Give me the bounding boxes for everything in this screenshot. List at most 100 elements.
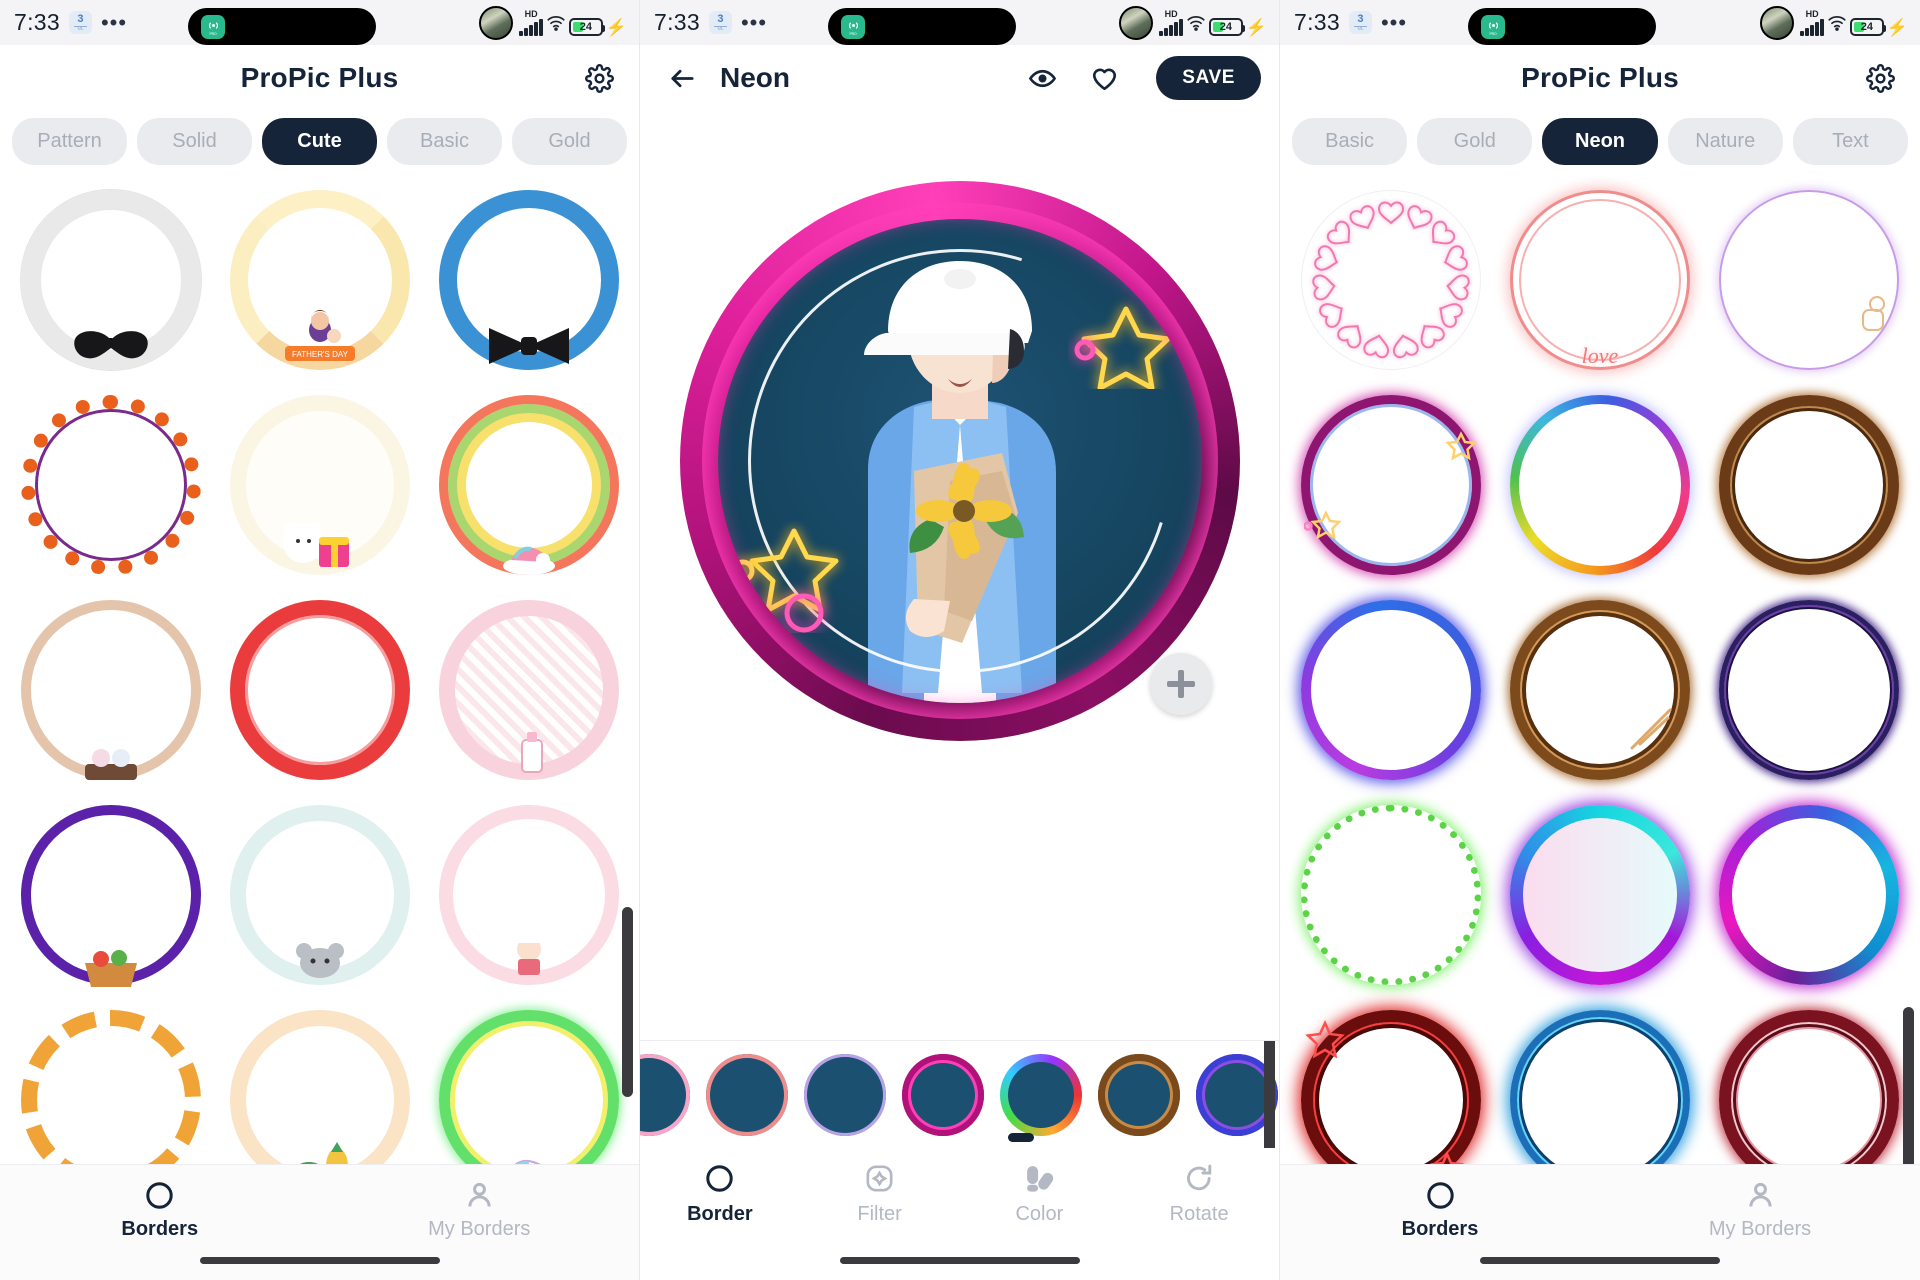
border-item[interactable] [6, 587, 215, 792]
heart-icon [1092, 68, 1116, 90]
border-grid-neon: love [1280, 177, 1920, 1215]
tab-gold[interactable]: Gold [1417, 118, 1533, 165]
hd-icon: HD [1805, 9, 1819, 19]
three-panel-screenshot: 7:33 3 ML ••• PRO HD 24 ⚡ ProPic Plus Pa… [0, 0, 1920, 1280]
border-item[interactable] [424, 792, 633, 997]
border-item[interactable] [215, 382, 424, 587]
thumbnail-item[interactable] [706, 1053, 788, 1136]
overflow-dots-icon: ••• [100, 9, 128, 35]
save-button[interactable]: SAVE [1156, 56, 1261, 100]
border-item[interactable] [1286, 792, 1495, 997]
editor-header: Neon SAVE [640, 45, 1279, 111]
thumbnail-item[interactable] [1098, 1053, 1180, 1136]
ml-chip-number: 3 [77, 12, 84, 25]
tab-basic[interactable]: Basic [387, 118, 502, 165]
tab-solid[interactable]: Solid [137, 118, 252, 165]
tool-color-label: Color [1015, 1203, 1064, 1225]
thumbnail-item[interactable] [804, 1053, 886, 1136]
svg-text:FATHER'S DAY: FATHER'S DAY [292, 350, 349, 359]
ml-chip-icon: 3 ML [708, 11, 732, 34]
settings-button[interactable] [575, 54, 623, 102]
tool-rotate-label: Rotate [1169, 1203, 1229, 1225]
overflow-dots-icon: ••• [740, 9, 768, 35]
ml-chip-sub: ML [77, 25, 84, 32]
border-item[interactable] [1495, 587, 1704, 792]
nav-my-borders-label: My Borders [428, 1218, 531, 1240]
tab-pattern[interactable]: Pattern [12, 118, 127, 165]
border-item[interactable] [1495, 382, 1704, 587]
wifi-icon [1827, 14, 1847, 36]
signal-icon [1800, 19, 1824, 36]
border-item[interactable] [424, 587, 633, 792]
ml-chip-sub: ML [717, 25, 724, 32]
bottom-nav-1: Borders My Borders [0, 1164, 639, 1280]
tab-neon[interactable]: Neon [1542, 118, 1658, 165]
editor-toolbar: Border Filter Color Rotate [640, 1148, 1279, 1280]
avatar-frame[interactable] [679, 181, 1240, 741]
status-bar-left: 7:33 3 ML ••• [654, 9, 767, 36]
border-item[interactable]: 〰 [6, 177, 215, 382]
status-time: 7:33 [1294, 9, 1340, 35]
recording-pill-icon: PRO [188, 8, 376, 45]
app-header-3: ProPic Plus [1280, 45, 1920, 111]
back-button[interactable] [658, 54, 706, 102]
tab-text[interactable]: Text [1792, 118, 1909, 165]
selected-indicator [1008, 1133, 1034, 1142]
ml-chip-icon: 3 ML [68, 11, 92, 34]
status-time: 7:33 [14, 9, 60, 35]
eye-icon [1028, 69, 1056, 87]
border-item[interactable]: love [1495, 177, 1704, 382]
tool-border[interactable]: Border [640, 1162, 800, 1280]
status-bar-right: HD 24 ⚡ [479, 0, 627, 45]
border-item[interactable] [1705, 382, 1914, 587]
thumbnail-item[interactable] [640, 1053, 690, 1136]
border-item[interactable] [1286, 382, 1495, 587]
scrollbar-thumb[interactable] [1264, 1041, 1275, 1148]
border-item[interactable] [1705, 792, 1914, 997]
thumbnail-item[interactable] [1000, 1053, 1082, 1136]
ml-chip-number: 3 [1357, 12, 1364, 25]
thumbnail-item-selected[interactable] [902, 1053, 984, 1136]
tab-cute[interactable]: Cute [262, 118, 377, 165]
border-item[interactable] [1705, 587, 1914, 792]
border-item[interactable] [424, 382, 633, 587]
add-sticker-button[interactable] [1149, 653, 1212, 715]
favorite-button[interactable] [1080, 54, 1128, 102]
status-time: 7:33 [654, 9, 700, 35]
tab-nature[interactable]: Nature [1667, 118, 1783, 165]
page-title: ProPic Plus [240, 62, 399, 93]
avatar-icon [1760, 5, 1795, 40]
border-item[interactable] [215, 792, 424, 997]
border-item[interactable] [1286, 587, 1495, 792]
tab-basic[interactable]: Basic [1292, 118, 1408, 165]
rotate-cw-icon [1186, 1164, 1211, 1191]
border-item[interactable]: FATHER'S DAY [215, 177, 424, 382]
filter-sparkle-icon [866, 1165, 893, 1192]
border-item[interactable] [6, 382, 215, 587]
broadcast-app-icon: PRO [1481, 14, 1505, 39]
border-item[interactable] [215, 587, 424, 792]
border-item[interactable] [1705, 177, 1914, 382]
border-thumbnail-strip[interactable] [640, 1040, 1279, 1148]
charging-bolt-icon: ⚡ [605, 18, 627, 37]
border-item[interactable] [1495, 792, 1704, 997]
preview-button[interactable] [1018, 54, 1066, 102]
scrollbar-thumb[interactable] [622, 907, 633, 1097]
border-item[interactable] [6, 792, 215, 997]
wifi-icon [546, 14, 566, 36]
border-item[interactable] [1286, 177, 1495, 382]
tool-rotate[interactable]: Rotate [1119, 1162, 1279, 1280]
panel-editor: 7:33 3 ML ••• PRO HD 24 ⚡ Neon SAVE Bord… [640, 0, 1280, 1280]
status-bar: 7:33 3 ML ••• PRO HD 24 ⚡ [0, 0, 639, 45]
panel-borders-cute: 7:33 3 ML ••• PRO HD 24 ⚡ ProPic Plus Pa… [0, 0, 640, 1280]
recording-pill-icon: PRO [828, 8, 1016, 45]
settings-button[interactable] [1856, 54, 1904, 102]
gear-icon [1865, 63, 1895, 93]
category-tabs-1: Pattern Solid Cute Basic Gold [0, 111, 639, 177]
border-item[interactable] [424, 177, 633, 382]
category-tabs-3: Basic Gold Neon Nature Text [1280, 111, 1920, 177]
broadcast-app-icon: PRO [841, 14, 865, 39]
tab-gold[interactable]: Gold [512, 118, 627, 165]
battery-percent: 24 [579, 21, 592, 33]
recording-pill-icon: PRO [1468, 8, 1656, 45]
